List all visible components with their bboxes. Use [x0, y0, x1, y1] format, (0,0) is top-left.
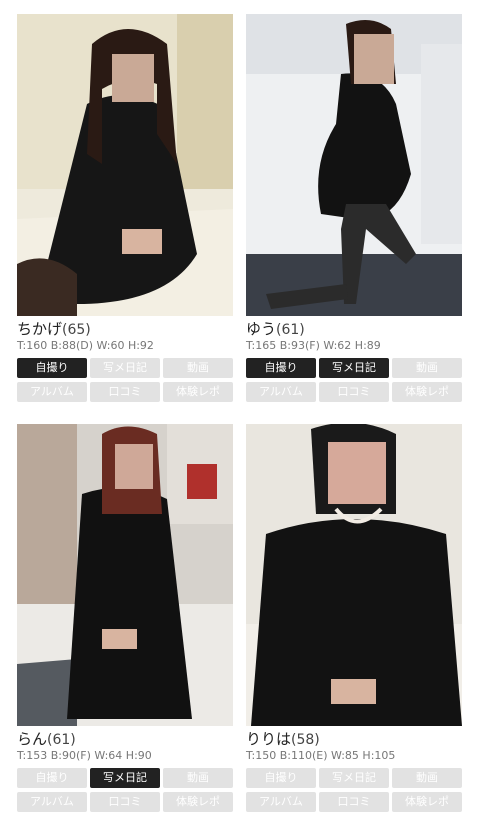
- profile-specs: T:160 B:88(D) W:60 H:92: [17, 339, 154, 352]
- profile-grid: ちかげ(65) T:160 B:88(D) W:60 H:92 自撮り 写メ日記…: [0, 0, 480, 822]
- selfie-button[interactable]: 自撮り: [17, 358, 87, 378]
- profile-age: (58): [291, 732, 320, 748]
- reviews-button[interactable]: 口コミ: [90, 382, 160, 402]
- profile-card: ちかげ(65) T:160 B:88(D) W:60 H:92 自撮り 写メ日記…: [17, 14, 233, 402]
- profile-age: (61): [276, 322, 305, 338]
- album-button[interactable]: アルバム: [246, 792, 316, 812]
- photo-diary-button[interactable]: 写メ日記: [319, 768, 389, 788]
- experience-report-button[interactable]: 体験レポ: [392, 792, 462, 812]
- profile-button-grid: 自撮り 写メ日記 動画 アルバム 口コミ 体験レポ: [246, 358, 462, 402]
- profile-photo[interactable]: [246, 424, 462, 726]
- profile-name[interactable]: りりは: [246, 730, 291, 748]
- profile-card: りりは(58) T:150 B:110(E) W:85 H:105 自撮り 写メ…: [246, 424, 462, 812]
- reviews-button[interactable]: 口コミ: [319, 792, 389, 812]
- profile-name[interactable]: ゆう: [246, 320, 276, 338]
- profile-name-row[interactable]: ちかげ(65): [17, 320, 233, 339]
- profile-button-grid: 自撮り 写メ日記 動画 アルバム 口コミ 体験レポ: [246, 768, 462, 812]
- video-button[interactable]: 動画: [392, 358, 462, 378]
- selfie-button[interactable]: 自撮り: [17, 768, 87, 788]
- photo-diary-button[interactable]: 写メ日記: [90, 358, 160, 378]
- profile-age: (61): [47, 732, 76, 748]
- profile-specs: T:150 B:110(E) W:85 H:105: [246, 749, 396, 762]
- video-button[interactable]: 動画: [163, 768, 233, 788]
- selfie-button[interactable]: 自撮り: [246, 768, 316, 788]
- album-button[interactable]: アルバム: [17, 792, 87, 812]
- profile-name[interactable]: らん: [17, 730, 47, 748]
- profile-name-row[interactable]: らん(61): [17, 730, 233, 749]
- profile-photo[interactable]: [17, 424, 233, 726]
- profile-name-row[interactable]: りりは(58): [246, 730, 462, 749]
- video-button[interactable]: 動画: [392, 768, 462, 788]
- photo-diary-button[interactable]: 写メ日記: [319, 358, 389, 378]
- profile-age: (65): [62, 322, 91, 338]
- profile-button-grid: 自撮り 写メ日記 動画 アルバム 口コミ 体験レポ: [17, 358, 233, 402]
- profile-specs: T:165 B:93(F) W:62 H:89: [246, 339, 381, 352]
- reviews-button[interactable]: 口コミ: [90, 792, 160, 812]
- photo-diary-button[interactable]: 写メ日記: [90, 768, 160, 788]
- reviews-button[interactable]: 口コミ: [319, 382, 389, 402]
- profile-button-grid: 自撮り 写メ日記 動画 アルバム 口コミ 体験レポ: [17, 768, 233, 812]
- experience-report-button[interactable]: 体験レポ: [392, 382, 462, 402]
- experience-report-button[interactable]: 体験レポ: [163, 382, 233, 402]
- profile-photo[interactable]: [17, 14, 233, 316]
- album-button[interactable]: アルバム: [246, 382, 316, 402]
- selfie-button[interactable]: 自撮り: [246, 358, 316, 378]
- profile-photo[interactable]: [246, 14, 462, 316]
- profile-specs: T:153 B:90(F) W:64 H:90: [17, 749, 152, 762]
- profile-card: ゆう(61) T:165 B:93(F) W:62 H:89 自撮り 写メ日記 …: [246, 14, 462, 402]
- profile-name[interactable]: ちかげ: [17, 320, 62, 338]
- profile-card: らん(61) T:153 B:90(F) W:64 H:90 自撮り 写メ日記 …: [17, 424, 233, 812]
- video-button[interactable]: 動画: [163, 358, 233, 378]
- experience-report-button[interactable]: 体験レポ: [163, 792, 233, 812]
- profile-name-row[interactable]: ゆう(61): [246, 320, 462, 339]
- album-button[interactable]: アルバム: [17, 382, 87, 402]
